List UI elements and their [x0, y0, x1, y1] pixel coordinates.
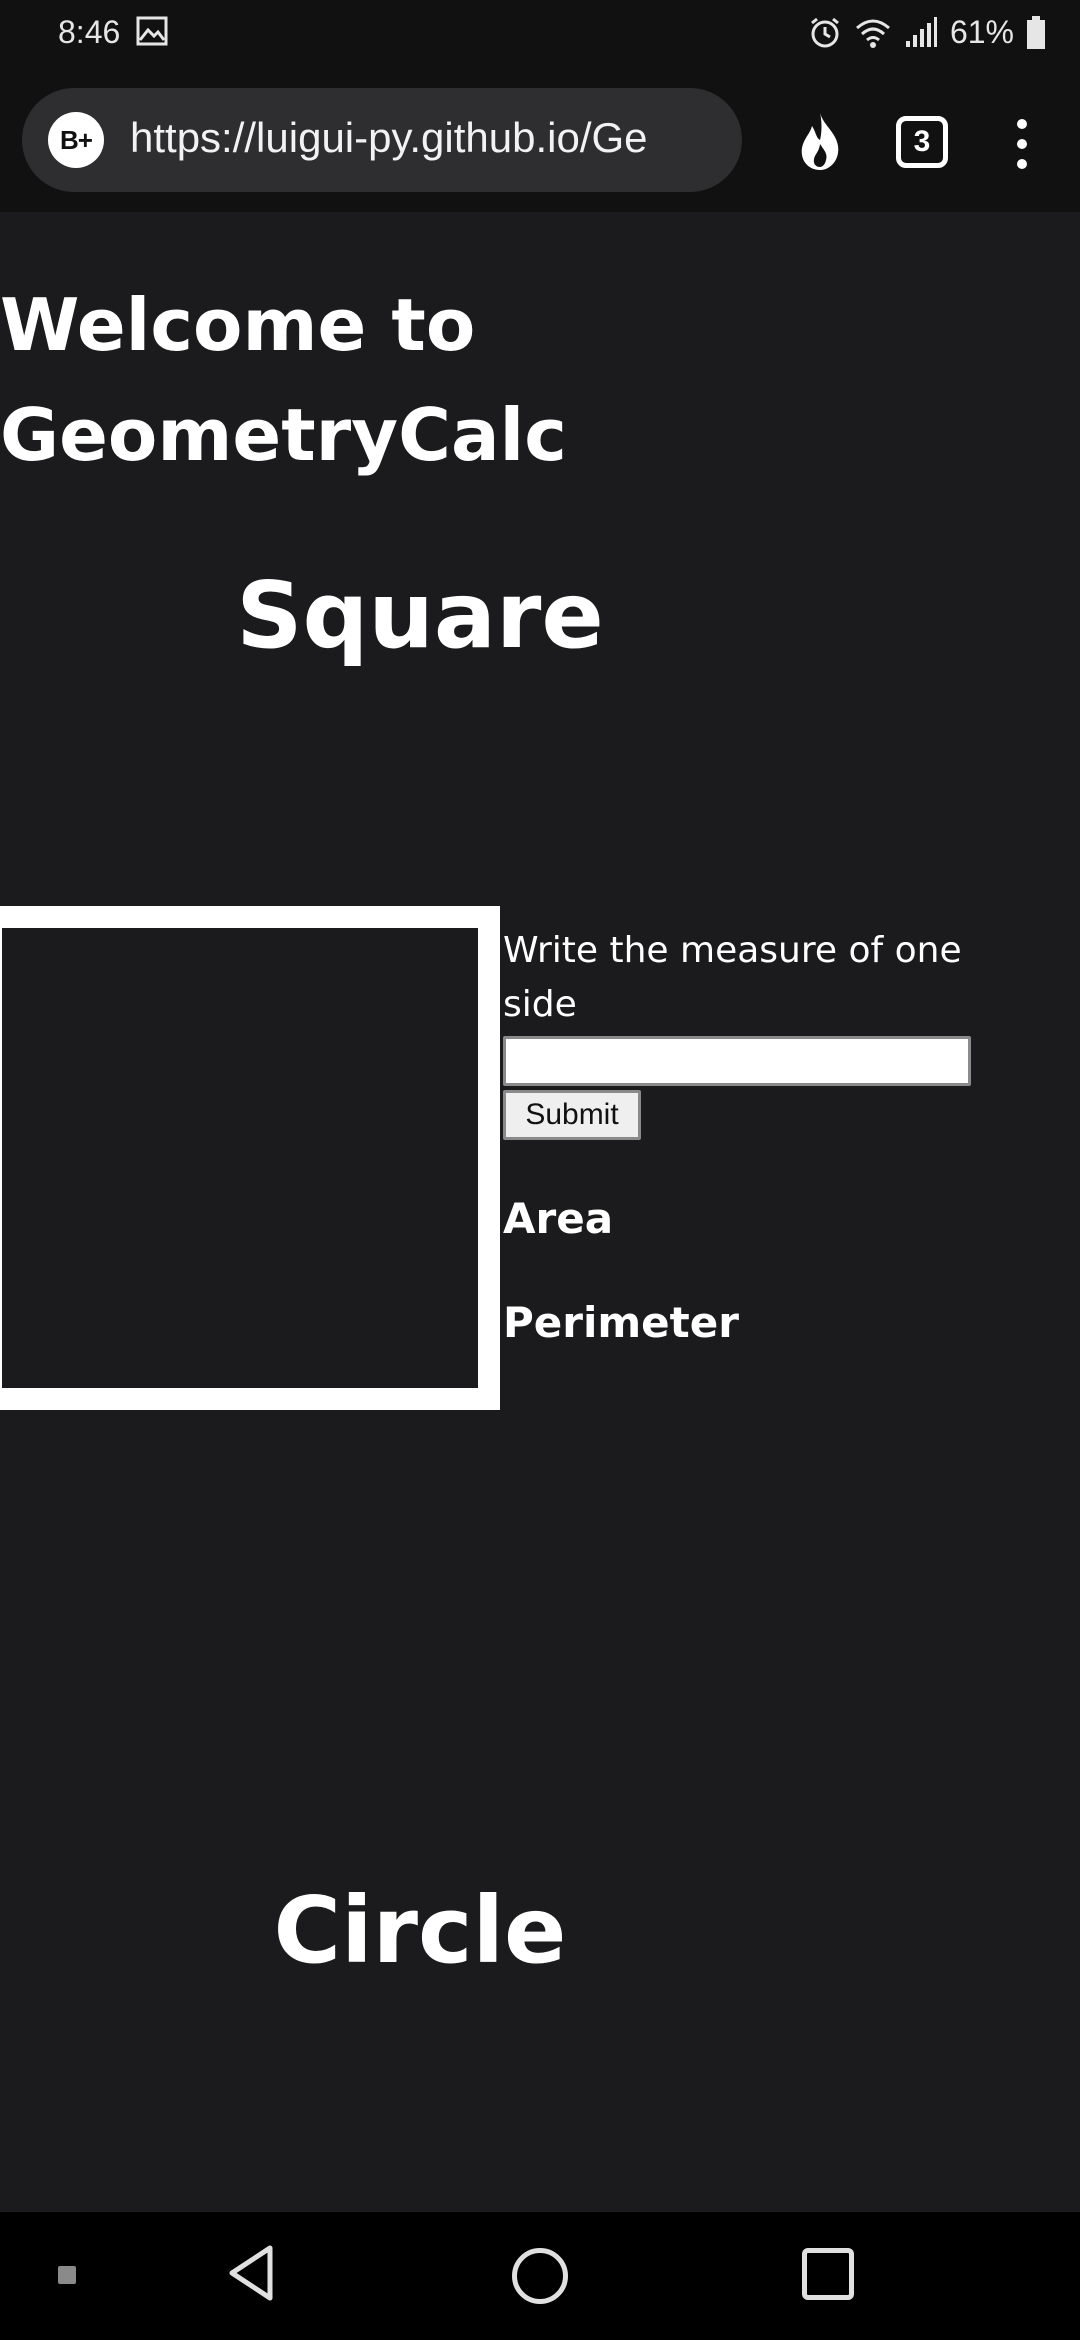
browser-toolbar: B+ https://luigui-py.github.io/Ge 3 [0, 66, 1080, 212]
battery-percent: 61% [949, 14, 1014, 50]
side-measure-label: Write the measure of one side [503, 930, 962, 1025]
wifi-icon [855, 19, 890, 48]
site-badge-icon[interactable]: B+ [48, 112, 104, 168]
page-title: Welcome to GeometryCalc [0, 283, 567, 477]
page-content: Welcome to GeometryCalc Square Write the… [0, 212, 1080, 2212]
home-icon[interactable] [512, 2248, 568, 2304]
nav-indicator-dot [58, 2266, 76, 2284]
recents-icon[interactable] [802, 2248, 854, 2300]
battery-icon [1027, 15, 1045, 49]
gallery-icon [136, 16, 168, 46]
square-form: Write the measure of one side Submit Are… [503, 924, 1003, 1347]
address-bar[interactable]: B+ https://luigui-py.github.io/Ge [22, 88, 742, 192]
system-navigation-bar [0, 2212, 1080, 2340]
more-menu-icon[interactable] [1008, 114, 1036, 174]
back-icon[interactable] [222, 2242, 282, 2304]
alarm-icon [811, 17, 839, 47]
submit-button[interactable]: Submit [503, 1090, 641, 1140]
side-measure-input[interactable] [503, 1036, 971, 1086]
area-label: Area [503, 1194, 614, 1243]
perimeter-label: Perimeter [503, 1298, 739, 1347]
status-bar: 8:46 61% [0, 0, 1080, 66]
signal-icon [905, 16, 937, 47]
url-text[interactable]: https://luigui-py.github.io/Ge [130, 114, 730, 162]
status-time: 8:46 [58, 14, 121, 50]
status-icons: 61% [808, 14, 1046, 51]
tabs-icon[interactable]: 3 [896, 116, 948, 168]
square-illustration [0, 906, 500, 1410]
flame-icon[interactable] [792, 110, 848, 172]
square-section-title: Square [236, 562, 604, 669]
circle-section-title: Circle [273, 1877, 567, 1984]
